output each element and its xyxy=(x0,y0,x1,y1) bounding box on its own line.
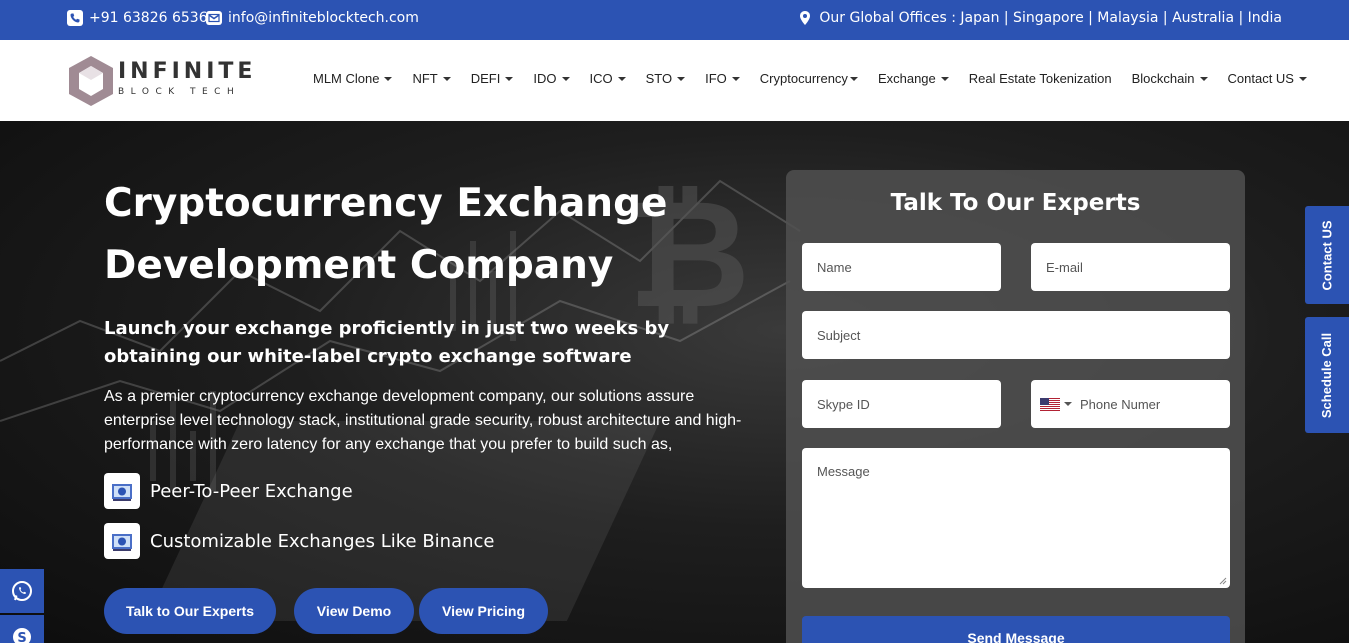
nav-item-ido[interactable]: IDO xyxy=(523,71,579,86)
side-tab-label: Schedule Call xyxy=(1319,332,1335,418)
form-title: Talk To Our Experts xyxy=(890,190,1141,216)
main-navbar: INFINITE BLOCK TECH MLM Clone NFT DEFI I… xyxy=(0,40,1349,121)
talk-to-experts-button[interactable]: Talk to Our Experts xyxy=(104,588,276,634)
nav-item-ico[interactable]: ICO xyxy=(580,71,636,86)
nav-item-label: Real Estate Tokenization xyxy=(968,71,1112,86)
nav-item-label: IFO xyxy=(705,71,727,86)
envelope-icon xyxy=(206,10,222,26)
top-bar: +91 63826 65366 info@infiniteblocktech.c… xyxy=(0,0,1349,40)
logo[interactable]: INFINITE BLOCK TECH xyxy=(66,54,256,108)
nav-item-real-estate-tokenization[interactable]: Real Estate Tokenization xyxy=(959,71,1122,86)
skype-id-field[interactable]: Skype ID xyxy=(802,380,1001,428)
email-field[interactable]: E-mail xyxy=(1031,243,1230,291)
caret-down-icon xyxy=(505,76,514,81)
phone-number: +91 63826 65366 xyxy=(89,10,217,26)
message-placeholder: Message xyxy=(817,464,870,479)
logo-sub-text: BLOCK TECH xyxy=(118,87,241,97)
caret-down-icon xyxy=(384,76,393,81)
nav-menu: MLM Clone NFT DEFI IDO ICO STO IFO Crypt… xyxy=(303,71,1317,86)
feature-item: Customizable Exchanges Like Binance xyxy=(104,523,495,559)
nav-item-contact-us[interactable]: Contact US xyxy=(1218,71,1317,86)
nav-item-label: NFT xyxy=(412,71,438,86)
nav-item-label: Cryptocurrency xyxy=(759,71,848,86)
nav-item-label: Contact US xyxy=(1227,71,1294,86)
exchange-icon xyxy=(104,473,140,509)
map-marker-icon xyxy=(797,10,813,26)
nav-item-label: Blockchain xyxy=(1131,71,1195,86)
nav-item-ifo[interactable]: IFO xyxy=(695,71,750,86)
email-address: info@infiniteblocktech.com xyxy=(228,10,419,26)
caret-down-icon xyxy=(442,76,451,81)
logo-text: INFINITE BLOCK TECH xyxy=(118,60,256,98)
name-field[interactable]: Name xyxy=(802,243,1001,291)
whatsapp-icon xyxy=(12,581,32,601)
caret-down-icon xyxy=(677,76,686,81)
name-placeholder: Name xyxy=(817,259,852,275)
nav-item-sto[interactable]: STO xyxy=(636,71,696,86)
logo-hexagon-icon xyxy=(69,56,113,106)
nav-item-label: DEFI xyxy=(470,71,501,86)
resize-handle-icon[interactable] xyxy=(1219,577,1227,585)
email-contact[interactable]: info@infiniteblocktech.com xyxy=(206,10,419,26)
skype-button[interactable]: S xyxy=(0,615,44,643)
hero-section: ₿ Cryptocurrency Exchange Development Co… xyxy=(0,121,1349,643)
hero-description: As a premier cryptocurrency exchange dev… xyxy=(104,388,742,453)
contact-us-side-tab[interactable]: Contact US xyxy=(1305,206,1349,304)
caret-down-icon xyxy=(1298,76,1307,81)
nav-item-blockchain[interactable]: Blockchain xyxy=(1122,71,1218,86)
schedule-call-side-tab[interactable]: Schedule Call xyxy=(1305,317,1349,433)
caret-down-icon xyxy=(561,76,570,81)
email-placeholder: E-mail xyxy=(1046,259,1083,275)
hero-subtitle: Launch your exchange proficiently in jus… xyxy=(104,318,670,367)
caret-down-icon xyxy=(940,76,949,81)
nav-item-label: MLM Clone xyxy=(313,71,380,86)
caret-down-icon xyxy=(849,76,858,81)
view-demo-button[interactable]: View Demo xyxy=(294,588,414,634)
contact-form: Talk To Our Experts Name E-mail Subject … xyxy=(786,170,1245,643)
skype-placeholder: Skype ID xyxy=(817,396,870,412)
us-flag-icon xyxy=(1040,397,1060,411)
nav-item-label: STO xyxy=(645,71,673,86)
feature-label: Customizable Exchanges Like Binance xyxy=(150,530,495,552)
nav-item-exchange[interactable]: Exchange xyxy=(868,71,959,86)
subject-field[interactable]: Subject xyxy=(802,311,1230,359)
nav-item-cryptocurrency[interactable]: Cryptocurrency xyxy=(750,71,868,86)
phone-contact[interactable]: +91 63826 65366 xyxy=(67,10,217,26)
side-tab-label: Contact US xyxy=(1319,219,1335,291)
global-offices: Our Global Offices : Japan | Singapore |… xyxy=(797,10,1282,26)
nav-item-mlm-clone[interactable]: MLM Clone xyxy=(303,71,402,86)
nav-item-label: Exchange xyxy=(877,71,936,86)
subject-placeholder: Subject xyxy=(817,327,861,343)
whatsapp-button[interactable] xyxy=(0,569,44,613)
nav-item-label: IDO xyxy=(533,71,557,86)
phone-placeholder: Phone Numer xyxy=(1080,396,1161,412)
message-field[interactable]: Message xyxy=(802,448,1230,588)
exchange-icon xyxy=(104,523,140,559)
caret-down-icon xyxy=(617,76,626,81)
country-selector[interactable] xyxy=(1040,397,1072,411)
svg-text:S: S xyxy=(17,631,26,643)
logo-main-text: INFINITE xyxy=(118,59,257,84)
offices-text: Our Global Offices : Japan | Singapore |… xyxy=(819,10,1282,26)
view-pricing-button[interactable]: View Pricing xyxy=(419,588,548,634)
feature-label: Peer-To-Peer Exchange xyxy=(150,480,353,502)
nav-item-label: ICO xyxy=(589,71,613,86)
nav-item-defi[interactable]: DEFI xyxy=(461,71,524,86)
caret-down-icon xyxy=(731,76,740,81)
hero-title: Cryptocurrency Exchange Development Comp… xyxy=(104,181,668,288)
phone-field[interactable]: Phone Numer xyxy=(1031,380,1230,428)
caret-down-icon xyxy=(1064,402,1072,406)
feature-item: Peer-To-Peer Exchange xyxy=(104,473,353,509)
skype-icon: S xyxy=(13,628,31,643)
send-message-button[interactable]: Send Message xyxy=(802,616,1230,643)
phone-icon xyxy=(67,10,83,26)
nav-item-nft[interactable]: NFT xyxy=(402,71,460,86)
caret-down-icon xyxy=(1199,76,1208,81)
